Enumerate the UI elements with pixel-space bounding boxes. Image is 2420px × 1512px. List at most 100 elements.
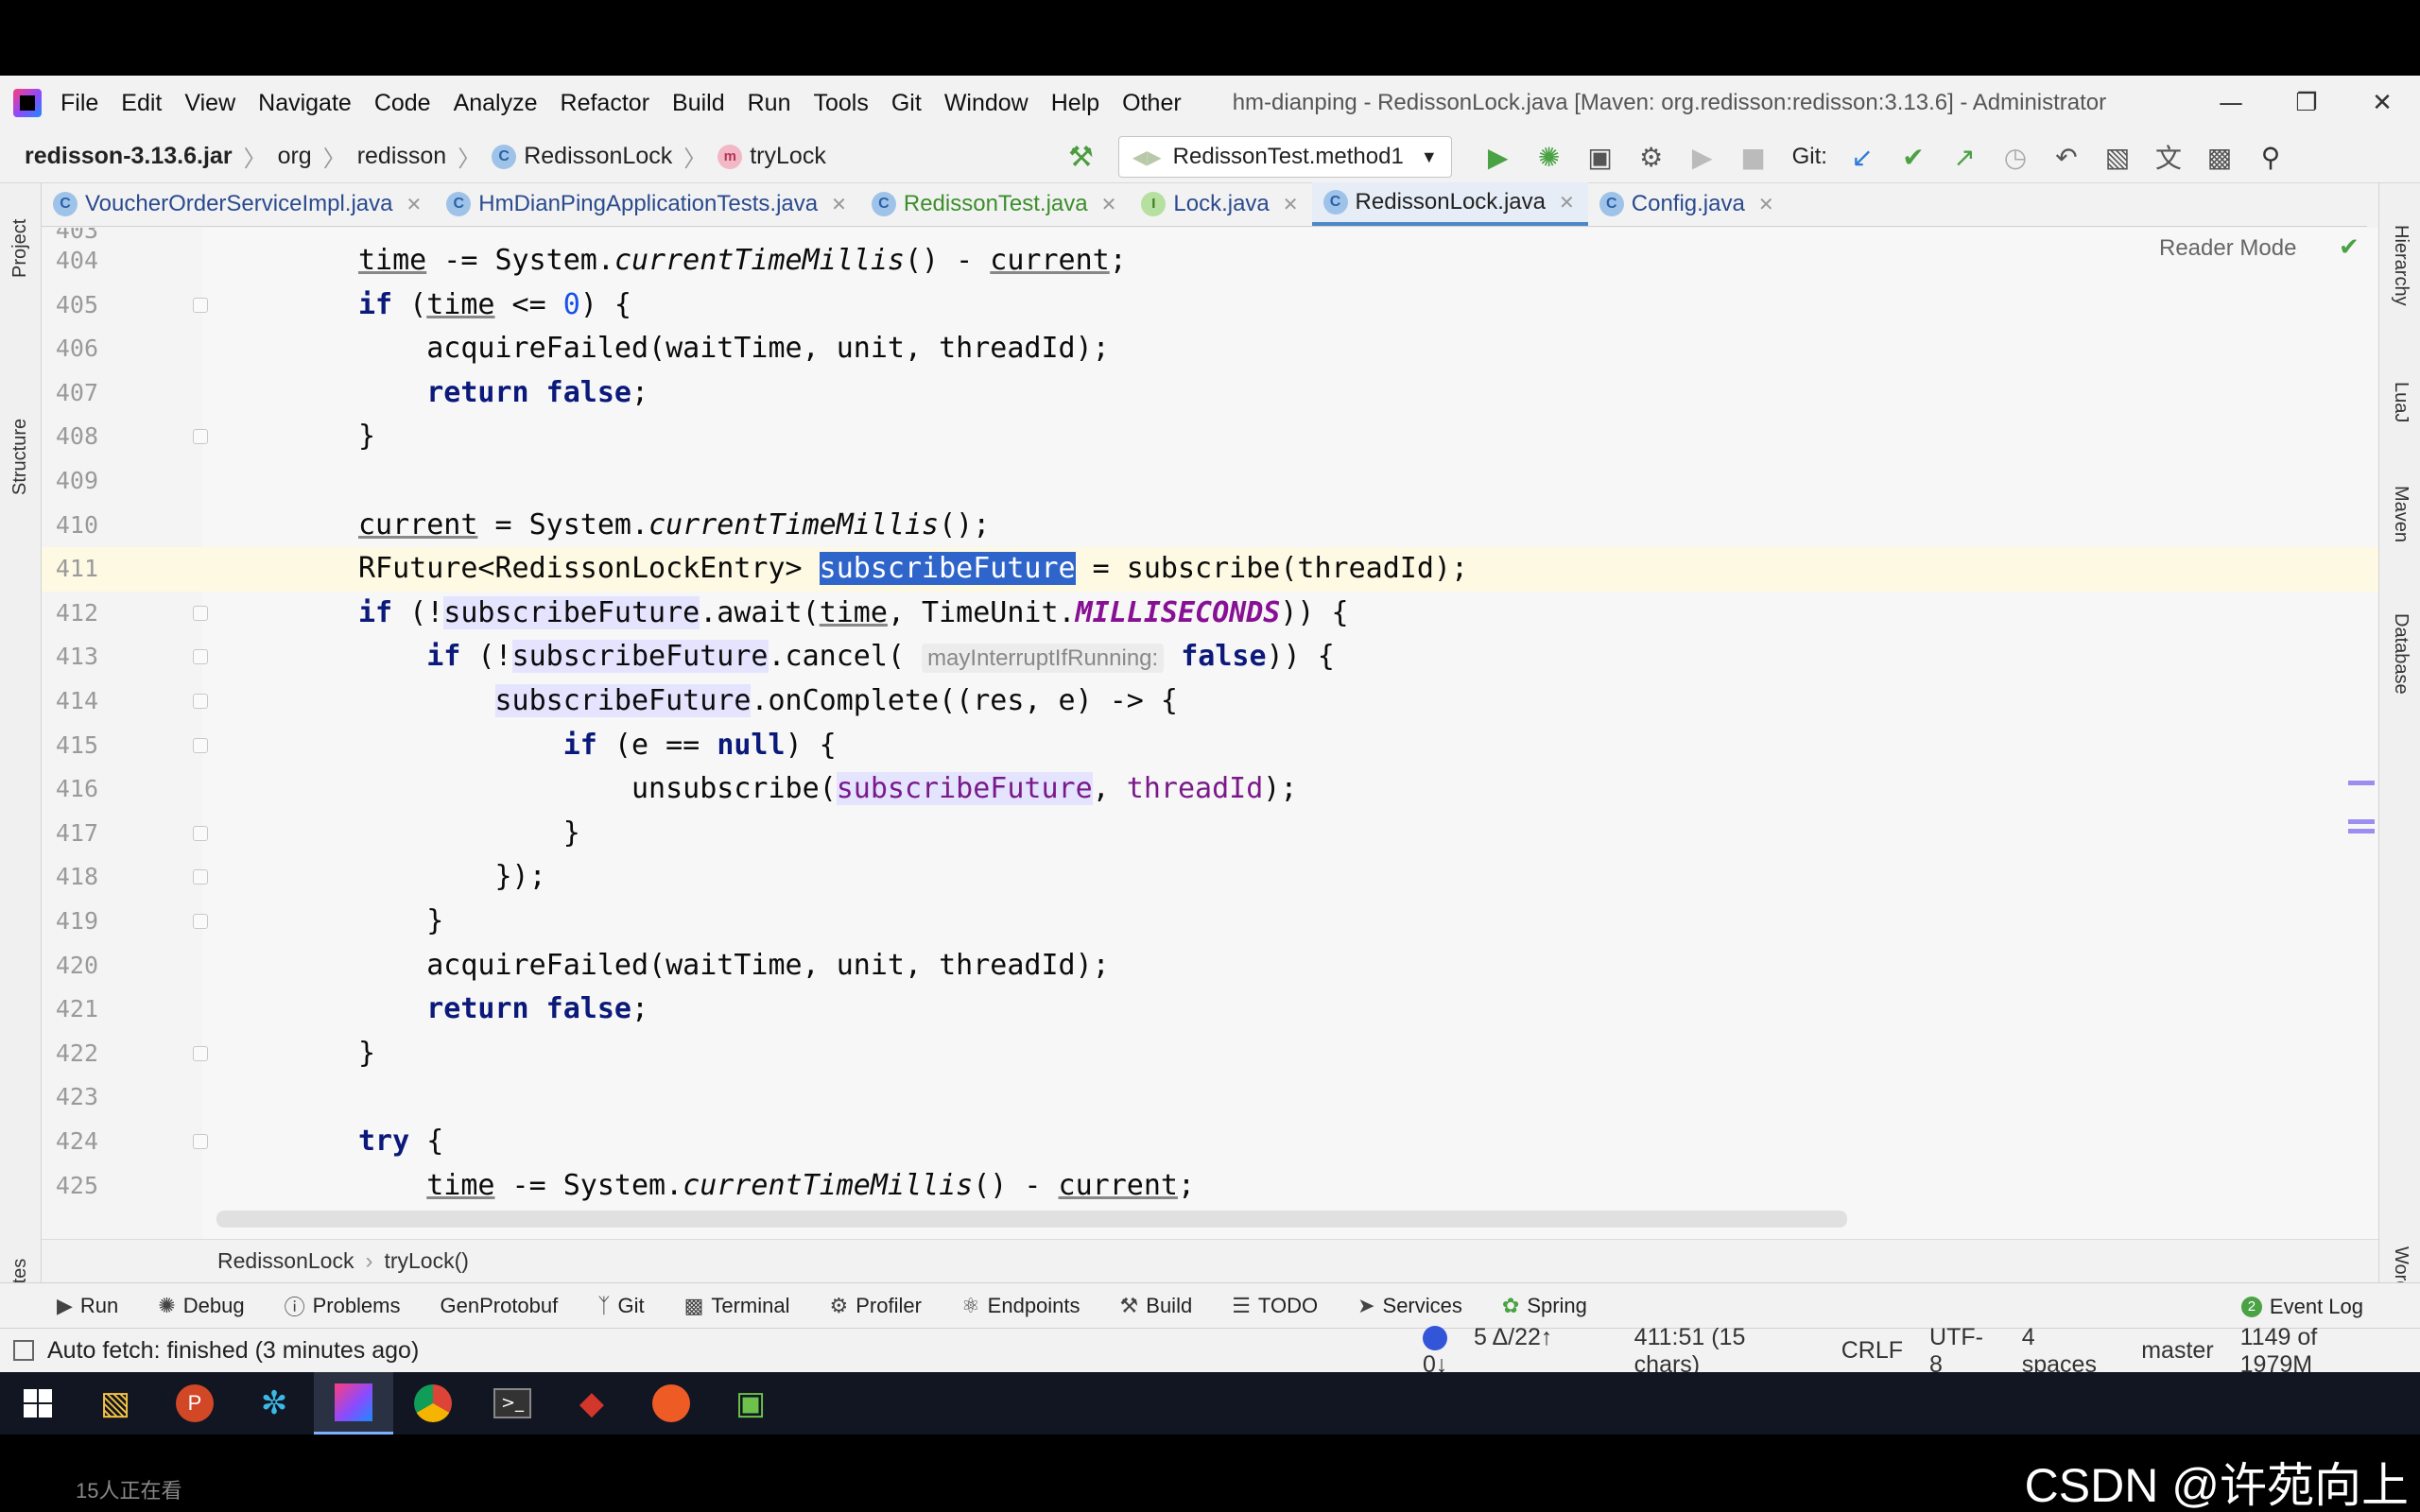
breadcrumb-class[interactable]: C RedissonLock [492, 143, 672, 170]
file-explorer-icon[interactable]: ▧ [76, 1372, 155, 1435]
project-tool-tab[interactable]: Project [9, 219, 31, 278]
menu-other[interactable]: Other [1122, 90, 1182, 117]
menu-view[interactable]: View [184, 90, 235, 117]
run-config-select[interactable]: ◀▶ RedissonTest.method1 ▼ [1117, 136, 1452, 178]
code-area[interactable]: 403 404 time -= System.currentTimeMillis… [42, 228, 2378, 1239]
menu-git[interactable]: Git [891, 90, 922, 117]
fold-marker-icon[interactable] [193, 694, 208, 709]
git-push-icon[interactable]: ↗ [1949, 142, 1979, 173]
hierarchy-tool-tab[interactable]: Hierarchy [2390, 225, 2411, 306]
run-icon[interactable]: ▶ [1483, 142, 1513, 173]
breadcrumb-org[interactable]: org [278, 143, 312, 170]
breadcrumb-method[interactable]: tryLock() [384, 1248, 468, 1274]
history-icon[interactable]: ◷ [2000, 142, 2031, 173]
fold-marker-icon[interactable] [193, 297, 208, 313]
status-message[interactable]: Auto fetch: finished (3 minutes ago) [47, 1337, 419, 1365]
tool-run[interactable]: ▶ Run [57, 1294, 118, 1318]
indent-setting[interactable]: 4 spaces [2022, 1324, 2116, 1373]
fold-marker-icon[interactable] [193, 605, 208, 621]
fold-marker-icon[interactable] [193, 429, 208, 445]
tool-profiler[interactable]: ⚙ Profiler [830, 1294, 922, 1318]
horizontal-scrollbar[interactable] [216, 1211, 1847, 1228]
close-icon[interactable]: ✕ [1758, 193, 1774, 216]
occurrence-marker[interactable] [2348, 819, 2375, 824]
fold-marker-icon[interactable] [193, 649, 208, 665]
tool-services[interactable]: ➤ Services [1357, 1294, 1462, 1318]
breadcrumb-method[interactable]: m tryLock [717, 143, 826, 170]
fold-marker-icon[interactable] [193, 825, 208, 841]
breadcrumb-class[interactable]: RedissonLock [217, 1248, 354, 1274]
menu-code[interactable]: Code [374, 90, 431, 117]
menu-help[interactable]: Help [1051, 90, 1099, 117]
maven-tool-tab[interactable]: Maven [2390, 486, 2411, 542]
tab-redisson-test[interactable]: C RedissonTest.java ✕ [860, 182, 1131, 226]
search-icon[interactable]: ⚲ [2256, 142, 2286, 173]
menu-navigate[interactable]: Navigate [258, 90, 352, 117]
luaj-tool-tab[interactable]: LuaJ [2390, 382, 2411, 422]
close-window-icon[interactable]: ✕ [2344, 89, 2420, 117]
windows-start-icon[interactable] [0, 1372, 76, 1435]
menu-build[interactable]: Build [672, 90, 725, 117]
tool-genprotobuf[interactable]: GenProtobuf [441, 1294, 559, 1318]
profile-icon[interactable]: ⚙ [1636, 142, 1667, 173]
caret-position[interactable]: 411:51 (15 chars) [1634, 1324, 1815, 1373]
terminal-icon[interactable]: >_ [473, 1372, 552, 1435]
tab-redisson-lock[interactable]: C RedissonLock.java ✕ [1311, 182, 1588, 226]
debug-icon[interactable]: ✺ [1534, 142, 1564, 173]
toggle-tool-windows-icon[interactable] [13, 1340, 34, 1361]
build-hammer-icon[interactable]: ⚒ [1068, 141, 1094, 174]
edge-browser-icon[interactable]: ✼ [234, 1372, 314, 1435]
reader-mode-button[interactable]: Reader Mode [2159, 235, 2296, 262]
fold-marker-icon[interactable] [193, 914, 208, 929]
restore-icon[interactable]: ❐ [2269, 89, 2344, 117]
tool-todo[interactable]: ☰ TODO [1232, 1294, 1318, 1318]
git-update-icon[interactable]: ↙ [1847, 142, 1877, 173]
redis-manager-icon[interactable]: ◆ [552, 1372, 631, 1435]
menu-refactor[interactable]: Refactor [561, 90, 649, 117]
line-separator[interactable]: CRLF [1841, 1337, 1903, 1365]
menu-run[interactable]: Run [748, 90, 791, 117]
intellij-taskbar-icon[interactable] [314, 1372, 393, 1435]
tool-problems[interactable]: ⓘ Problems [285, 1291, 401, 1321]
tab-voucher-order-service-impl[interactable]: C VoucherOrderServiceImpl.java ✕ [42, 182, 435, 226]
event-log-button[interactable]: 2 Event Log [2240, 1295, 2363, 1319]
occurrence-marker[interactable] [2348, 829, 2375, 833]
close-icon[interactable]: ✕ [1559, 191, 1575, 215]
tool-endpoints[interactable]: ⚛ Endpoints [961, 1294, 1080, 1318]
postman-icon[interactable] [631, 1372, 711, 1435]
structure-tool-tab[interactable]: Structure [9, 419, 31, 495]
git-commit-icon[interactable]: ✔ [1898, 142, 1928, 173]
image-viewer-icon[interactable]: ▣ [711, 1372, 790, 1435]
inspection-ok-icon[interactable]: ✔ [2339, 233, 2360, 262]
tool-debug[interactable]: ✺ Debug [158, 1294, 244, 1318]
stop-icon[interactable]: ■ [1738, 142, 1769, 173]
translate-icon[interactable]: 文 [2153, 138, 2184, 176]
resume-icon[interactable]: ▶ [1687, 142, 1718, 173]
file-encoding[interactable]: UTF-8 [1929, 1324, 1996, 1373]
occurrence-marker[interactable] [2348, 781, 2375, 785]
memory-indicator[interactable]: 1149 of 1979M [2240, 1324, 2394, 1373]
fold-marker-icon[interactable] [193, 869, 208, 885]
database-tool-tab[interactable]: Database [2390, 613, 2411, 695]
code-editor[interactable]: 403 404 time -= System.currentTimeMillis… [42, 228, 2378, 1239]
menu-tools[interactable]: Tools [813, 90, 868, 117]
close-icon[interactable]: ✕ [1101, 193, 1117, 216]
fold-marker-icon[interactable] [193, 1045, 208, 1061]
menu-edit[interactable]: Edit [121, 90, 162, 117]
close-icon[interactable]: ✕ [831, 193, 847, 216]
fold-marker-icon[interactable] [193, 737, 208, 753]
project-structure-icon[interactable]: ▧ [2102, 142, 2133, 173]
breadcrumb-jar[interactable]: redisson-3.13.6.jar [25, 143, 233, 170]
tool-build[interactable]: ⚒ Build [1120, 1294, 1193, 1318]
git-branch[interactable]: master [2141, 1337, 2213, 1365]
tool-terminal[interactable]: ▩ Terminal [684, 1294, 790, 1318]
close-icon[interactable]: ✕ [406, 193, 422, 216]
tool-spring[interactable]: ✿ Spring [1502, 1294, 1587, 1318]
menu-window[interactable]: Window [944, 90, 1028, 117]
breadcrumb-redisson[interactable]: redisson [357, 143, 447, 170]
coverage-icon[interactable]: ▣ [1585, 142, 1616, 173]
minimize-icon[interactable]: — [2193, 89, 2269, 117]
tool-git[interactable]: ᛉ Git [597, 1294, 644, 1318]
rollback-icon[interactable]: ↶ [2051, 142, 2082, 173]
menu-analyze[interactable]: Analyze [454, 90, 538, 117]
